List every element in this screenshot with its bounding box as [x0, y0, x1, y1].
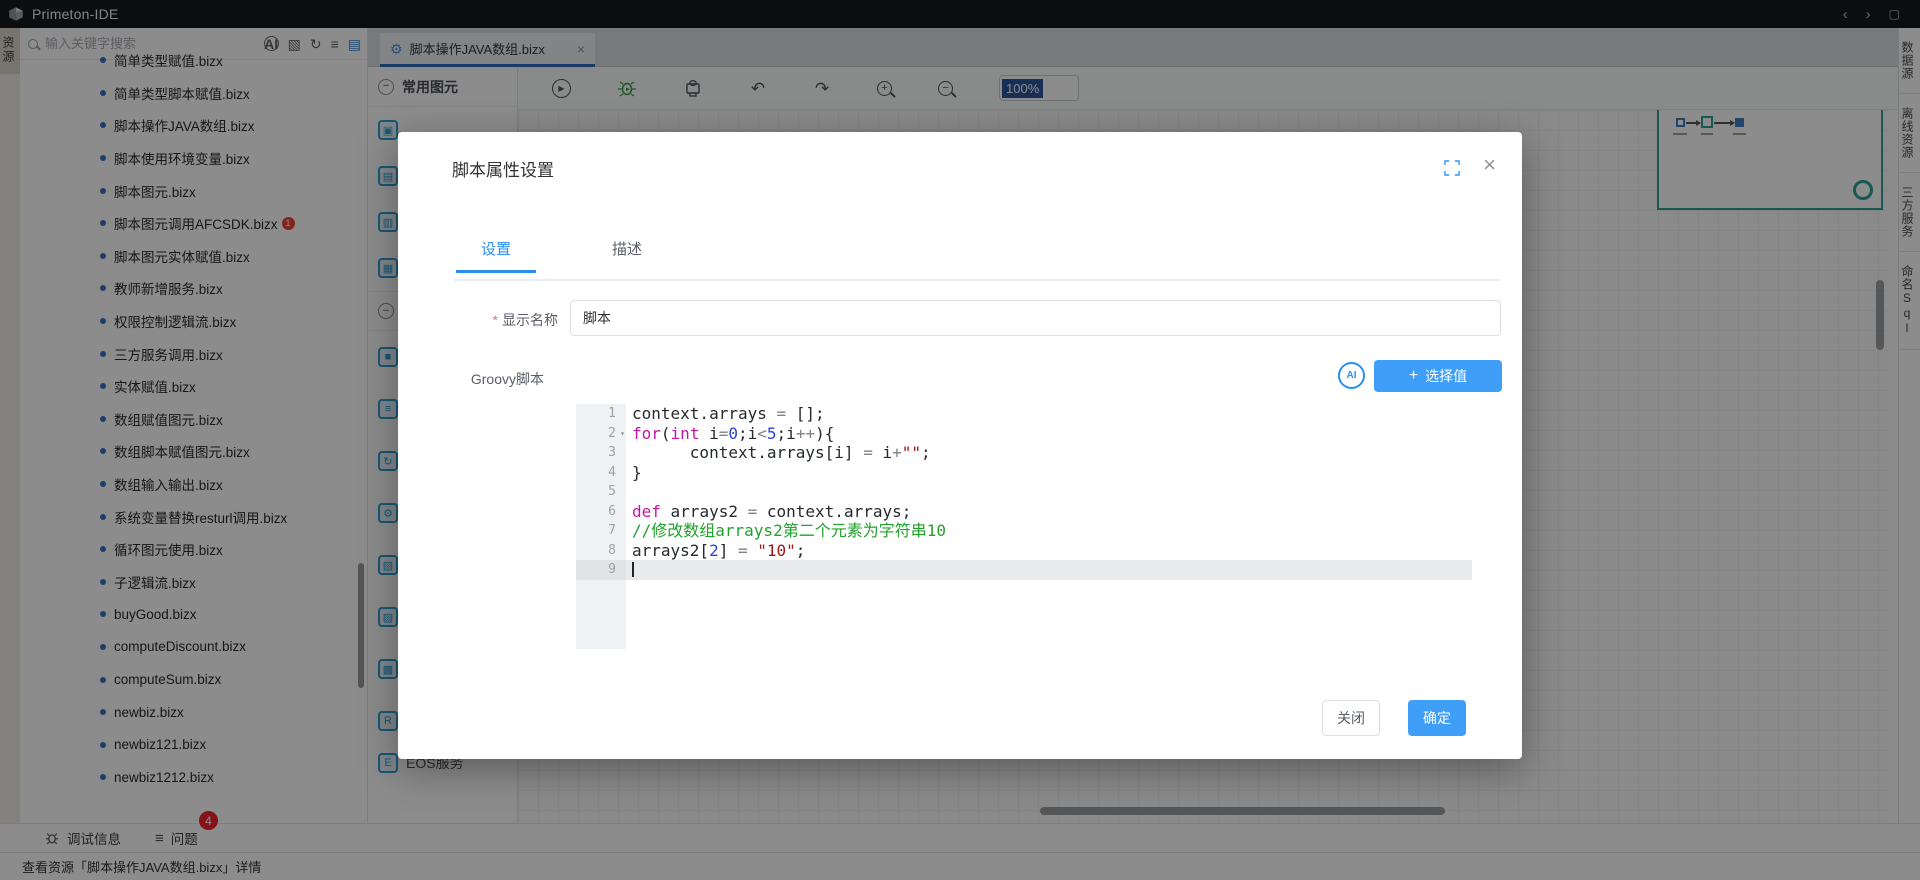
dialog-title: 脚本属性设置	[452, 161, 554, 180]
code-gutter-number: 3	[608, 445, 616, 460]
code-line[interactable]: 2 ▾ for(int i=0;i<5;i++){	[576, 424, 1472, 444]
code-line[interactable]: 4}	[576, 463, 1472, 483]
code-gutter-number: 9	[576, 560, 626, 580]
display-name-label: * 显示名称	[492, 312, 558, 328]
tab-settings[interactable]: 设置	[456, 238, 536, 273]
close-dialog-icon[interactable]: ×	[1483, 154, 1496, 176]
code-text: def arrays2 = context.arrays;	[632, 501, 912, 521]
script-properties-dialog: 脚本属性设置 × 设置 描述 *显示名称 Groovy脚本 AI + 选择值 1…	[398, 132, 1522, 759]
fold-icon[interactable]: ▾	[620, 424, 625, 444]
ok-button[interactable]: 确定	[1408, 700, 1466, 736]
tab-description[interactable]: 描述	[587, 238, 667, 271]
dialog-tabs: 设置 描述	[456, 238, 667, 273]
code-text: context.arrays[i] = i+"";	[632, 443, 931, 462]
code-gutter-number: 5	[608, 484, 616, 499]
code-gutter-number: 1	[608, 406, 616, 421]
code-gutter-number: 7	[608, 523, 616, 538]
code-text: for(int i=0;i<5;i++){	[632, 423, 835, 443]
select-value-button[interactable]: + 选择值	[1374, 360, 1502, 392]
code-gutter-number: 8	[608, 542, 616, 558]
groovy-script-label: Groovy脚本	[470, 371, 544, 387]
code-text: arrays2[2] = "10";	[632, 540, 806, 560]
display-name-input[interactable]	[570, 300, 1501, 336]
code-line[interactable]: 5	[576, 482, 1472, 502]
code-gutter-number: 4	[608, 464, 616, 480]
code-text: context.arrays = [];	[632, 404, 825, 423]
code-gutter-number: 6	[608, 503, 616, 519]
dialog-footer: 关闭 确定	[1322, 700, 1466, 736]
code-gutter-number: 2 ▾	[576, 424, 626, 444]
text-cursor	[632, 562, 634, 577]
code-text: //修改数组arrays2第二个元素为字符串10	[632, 521, 946, 540]
ai-generate-button[interactable]: AI	[1338, 362, 1365, 389]
code-text: }	[632, 462, 642, 482]
code-line[interactable]: 3 context.arrays[i] = i+"";	[576, 443, 1472, 463]
required-asterisk: *	[492, 312, 498, 328]
groovy-code-editor[interactable]: 1 context.arrays = []; 2 ▾ for(int i=0;i<5;i…	[576, 404, 1472, 649]
code-text	[626, 560, 1472, 580]
code-line[interactable]: 7 //修改数组arrays2第二个元素为字符串10	[576, 521, 1472, 541]
expand-dialog-icon[interactable]	[1444, 160, 1460, 176]
code-line[interactable]: 8 arrays2[2] = "10";	[576, 541, 1472, 561]
tabs-divider	[454, 279, 1500, 281]
code-line[interactable]: 6 def arrays2 = context.arrays;	[576, 502, 1472, 522]
plus-icon: +	[1408, 367, 1419, 384]
code-line[interactable]: 9	[576, 560, 1472, 580]
close-button[interactable]: 关闭	[1322, 700, 1380, 736]
code-line[interactable]: 1 context.arrays = [];	[576, 404, 1472, 424]
